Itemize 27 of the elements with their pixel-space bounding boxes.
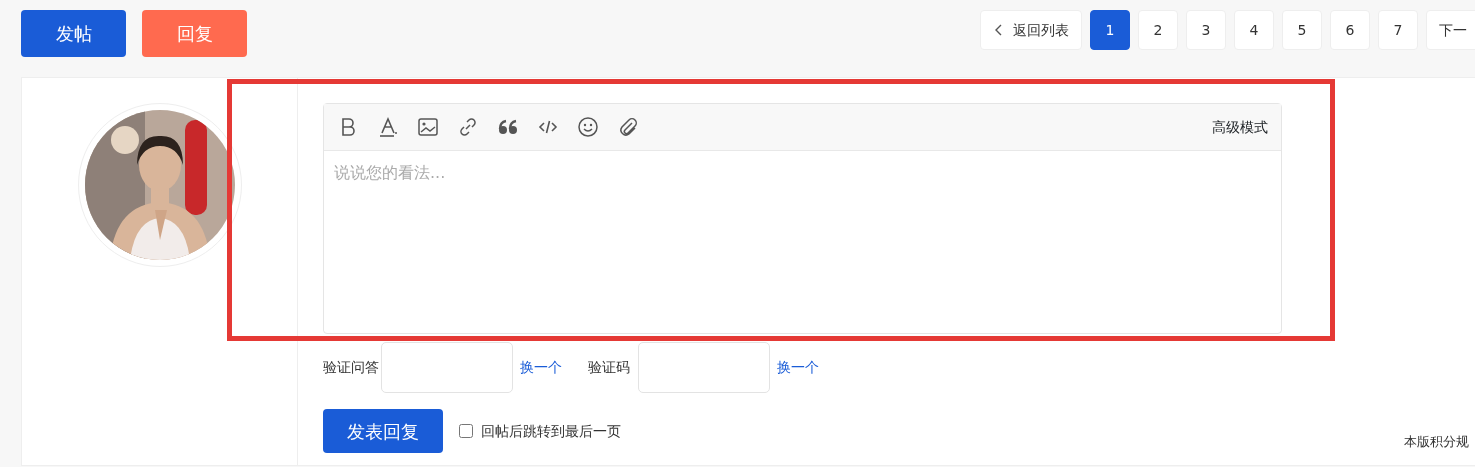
back-to-list-button[interactable]: 返回列表 <box>980 10 1082 50</box>
page-button[interactable]: 2 <box>1138 10 1178 50</box>
checkbox[interactable] <box>459 424 473 438</box>
page-button[interactable]: 6 <box>1330 10 1370 50</box>
checkbox-label: 回帖后跳转到最后一页 <box>481 421 621 441</box>
editor-box[interactable]: 高级模式 说说您的看法... <box>323 103 1282 334</box>
image-icon[interactable] <box>417 116 439 138</box>
advanced-mode-link[interactable]: 高级模式 <box>1212 116 1268 138</box>
next-page-button[interactable]: 下一 <box>1426 10 1475 50</box>
captcha-answer-field[interactable] <box>381 342 513 393</box>
refresh-link[interactable]: 换一个 <box>520 357 562 378</box>
paperclip-icon[interactable] <box>617 116 639 138</box>
font-color-icon[interactable] <box>377 116 399 138</box>
page-button[interactable]: 5 <box>1282 10 1322 50</box>
page-button[interactable]: 3 <box>1186 10 1226 50</box>
smiley-icon[interactable] <box>577 116 599 138</box>
link-icon[interactable] <box>457 116 479 138</box>
captcha-label: 验证码 <box>588 358 630 377</box>
submit-reply-button[interactable]: 发表回复 <box>323 409 443 453</box>
page-button[interactable]: 4 <box>1234 10 1274 50</box>
new-post-button[interactable]: 发帖 <box>21 10 126 57</box>
captcha-code-field[interactable] <box>638 342 770 393</box>
captcha-label: 验证问答 <box>323 358 379 377</box>
refresh-link[interactable]: 换一个 <box>777 357 819 378</box>
page-button[interactable]: 7 <box>1378 10 1418 50</box>
footer-text: 本版积分规 <box>1404 433 1469 451</box>
page-button[interactable]: 1 <box>1090 10 1130 50</box>
